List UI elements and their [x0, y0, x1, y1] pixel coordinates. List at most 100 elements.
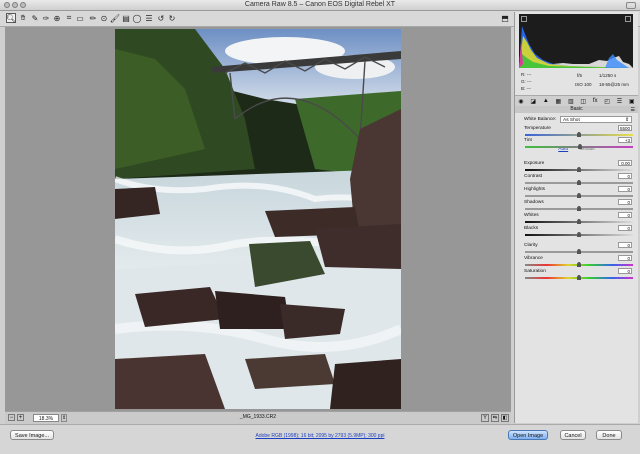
spot-removal-tool-icon[interactable]: ✏: [88, 13, 98, 23]
histogram: [519, 14, 633, 68]
graduated-filter-icon[interactable]: ▤: [121, 13, 131, 23]
open-image-button[interactable]: Open Image: [508, 430, 548, 440]
exposure-value-field[interactable]: 0.00: [618, 160, 632, 166]
saturation-value-field[interactable]: 0: [618, 268, 632, 274]
hsl-tab-icon[interactable]: ▦: [556, 98, 562, 105]
highlights-label: Highlights: [524, 187, 546, 192]
r-readout: R: ---: [521, 72, 531, 77]
exposure-slider[interactable]: [525, 167, 633, 172]
tint-slider-thumb[interactable]: [578, 144, 583, 149]
contrast-slider[interactable]: [525, 180, 633, 185]
straighten-tool-icon[interactable]: ▭: [75, 13, 85, 23]
chevron-down-icon: ⇕: [624, 118, 629, 123]
contrast-value-field[interactable]: 0: [618, 173, 632, 179]
white-balance-select[interactable]: As Shot ⇕: [560, 116, 632, 123]
shadows-value-field[interactable]: 0: [618, 199, 632, 205]
highlights-slider-thumb[interactable]: [577, 193, 581, 198]
rotate-left-icon[interactable]: ↺: [156, 13, 166, 23]
saturation-slider-thumb[interactable]: [577, 275, 581, 280]
clarity-slider-thumb[interactable]: [577, 249, 581, 254]
g-label: G:: [521, 79, 526, 84]
white-balance-value: As Shot: [563, 118, 580, 123]
white-balance-label: White Balance:: [524, 117, 557, 122]
contrast-label: Contrast: [524, 174, 543, 179]
crop-tool-icon[interactable]: ⌗: [64, 13, 74, 23]
radial-filter-icon[interactable]: ◯: [132, 13, 142, 23]
cancel-button[interactable]: Cancel: [560, 430, 586, 440]
highlights-value-field[interactable]: 0: [618, 186, 632, 192]
shadow-clipping-icon[interactable]: [521, 16, 527, 22]
saturation-slider[interactable]: [525, 275, 633, 280]
whites-slider-thumb[interactable]: [577, 219, 581, 224]
camera-calibration-tab-icon[interactable]: ◰: [604, 98, 610, 105]
clarity-label: Clarity: [524, 243, 538, 248]
photo-preview[interactable]: [115, 29, 401, 409]
snapshots-tab-icon[interactable]: ▣: [629, 98, 635, 105]
tone-curve-tab-icon[interactable]: ◪: [530, 98, 536, 105]
clarity-slider[interactable]: [525, 249, 633, 254]
detail-tab-icon[interactable]: ▲: [543, 98, 549, 104]
filename-label: _MG_1933.CR2: [239, 414, 277, 420]
blacks-slider-thumb[interactable]: [577, 232, 581, 237]
red-eye-removal-tool-icon[interactable]: ⊙: [99, 13, 109, 23]
highlights-slider[interactable]: [525, 193, 633, 198]
clarity-value-field[interactable]: 0: [618, 242, 632, 248]
before-after-icon[interactable]: Y: [481, 414, 489, 422]
temperature-value-field[interactable]: 5500: [618, 125, 632, 131]
aperture-value: f/5: [577, 73, 583, 78]
blacks-value-field[interactable]: 0: [618, 225, 632, 231]
r-value: ---: [526, 72, 532, 77]
color-sampler-tool-icon[interactable]: ✑: [41, 13, 51, 23]
presets-tab-icon[interactable]: ☰: [617, 98, 622, 105]
contrast-slider-thumb[interactable]: [577, 180, 581, 185]
whites-label: Whites: [524, 213, 539, 218]
highlight-clipping-icon[interactable]: [625, 16, 631, 22]
g-value: ---: [527, 79, 532, 84]
b-value: ---: [526, 86, 532, 91]
exposure-label: Exposure: [524, 161, 545, 166]
rotate-right-icon[interactable]: ↻: [167, 13, 177, 23]
preview-toggle-icon[interactable]: ⬒: [500, 13, 510, 23]
basic-tab-icon[interactable]: ◉: [518, 98, 523, 105]
adjustment-brush-icon[interactable]: 🖌︎: [110, 13, 120, 23]
shadows-slider-thumb[interactable]: [577, 206, 581, 211]
shadows-label: Shadows: [524, 200, 544, 205]
hand-tool-icon[interactable]: ✋︎: [18, 13, 28, 23]
workflow-options-link[interactable]: Adobe RGB (1998); 16 bit; 2095 by 2793 (…: [170, 433, 470, 439]
swap-settings-icon[interactable]: ⇆: [491, 414, 499, 422]
preferences-icon[interactable]: ☰: [144, 13, 154, 23]
section-header: Basic: [515, 106, 638, 113]
vibrance-slider[interactable]: [525, 262, 633, 267]
white-balance-tool-icon[interactable]: ✎: [30, 13, 40, 23]
lens-value: 18-55@25 mm: [599, 82, 629, 87]
title-bar: Camera Raw 8.5 – Canon EOS Digital Rebel…: [0, 0, 640, 11]
vibrance-slider-thumb[interactable]: [577, 262, 581, 267]
blacks-slider[interactable]: [525, 232, 633, 237]
fullscreen-icon[interactable]: [626, 2, 636, 9]
split-toning-tab-icon[interactable]: ▥: [568, 98, 574, 105]
vibrance-label: Vibrance: [524, 256, 543, 261]
tint-slider[interactable]: [525, 144, 633, 149]
zoom-tool-icon[interactable]: 🔍︎: [6, 13, 16, 23]
whites-value-field[interactable]: 0: [618, 212, 632, 218]
tint-value-field[interactable]: +3: [618, 137, 632, 143]
iso-value: ISO 100: [575, 82, 592, 87]
temperature-slider-thumb[interactable]: [577, 132, 581, 137]
shadows-slider[interactable]: [525, 206, 633, 211]
temperature-slider[interactable]: [525, 132, 633, 137]
window-title: Camera Raw 8.5 – Canon EOS Digital Rebel…: [244, 1, 396, 8]
tint-label: Tint: [524, 138, 532, 143]
lens-corrections-tab-icon[interactable]: ◫: [580, 98, 586, 105]
targeted-adjustment-tool-icon[interactable]: ⊕: [52, 13, 62, 23]
effects-tab-icon[interactable]: fx: [593, 98, 598, 104]
done-button[interactable]: Done: [596, 430, 622, 440]
camera-info: R: --- G: --- B: --- f/5 1/1250 s ISO 10…: [519, 70, 633, 94]
whites-slider[interactable]: [525, 219, 633, 224]
adjustments-panel: R: --- G: --- B: --- f/5 1/1250 s ISO 10…: [514, 12, 638, 423]
panel-menu-icon[interactable]: ☰: [631, 107, 635, 113]
vibrance-value-field[interactable]: 0: [618, 255, 632, 261]
toggle-settings-icon[interactable]: ◧: [501, 414, 509, 422]
exposure-slider-thumb[interactable]: [577, 167, 581, 172]
save-image-button[interactable]: Save Image...: [10, 430, 54, 440]
g-readout: G: ---: [521, 79, 532, 84]
